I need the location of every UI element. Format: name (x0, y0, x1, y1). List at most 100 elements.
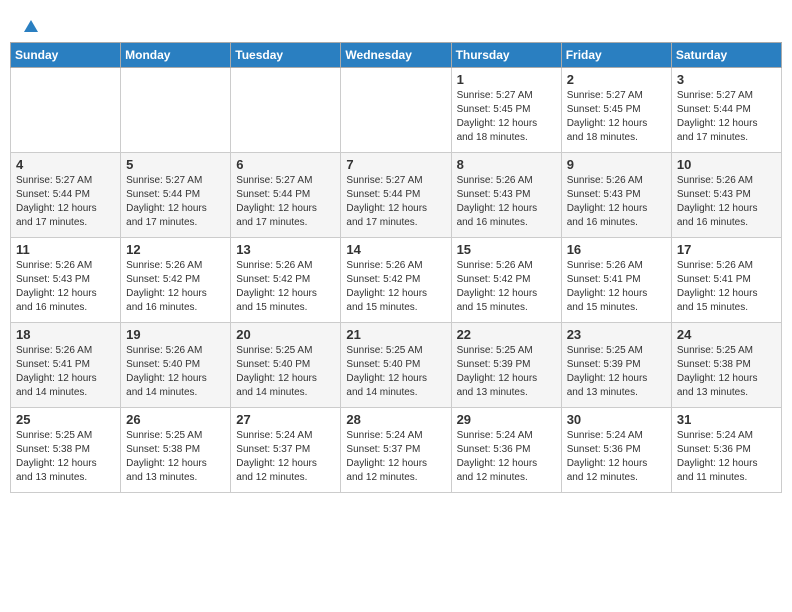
day-number: 13 (236, 242, 335, 257)
calendar-cell (121, 68, 231, 153)
day-number: 29 (457, 412, 556, 427)
day-info: Sunrise: 5:27 AM Sunset: 5:44 PM Dayligh… (16, 174, 115, 230)
page-header (10, 10, 782, 36)
day-number: 1 (457, 72, 556, 87)
calendar-week-row: 11 Sunrise: 5:26 AM Sunset: 5:43 PM Dayli… (11, 238, 782, 323)
calendar-cell: 1 Sunrise: 5:27 AM Sunset: 5:45 PM Daylig… (451, 68, 561, 153)
day-info: Sunrise: 5:25 AM Sunset: 5:40 PM Dayligh… (236, 344, 335, 400)
calendar-week-row: 25Sunrise: 5:25 AM Sunset: 5:38 PM Dayli… (11, 408, 782, 493)
day-info: Sunrise: 5:27 AM Sunset: 5:44 PM Dayligh… (126, 174, 225, 230)
day-number: 20 (236, 327, 335, 342)
day-number: 2 (567, 72, 666, 87)
day-info: Sunrise: 5:24 AM Sunset: 5:37 PM Dayligh… (236, 429, 335, 485)
column-header-thursday: Thursday (451, 43, 561, 68)
day-info: Sunrise: 5:26 AM Sunset: 5:43 PM Dayligh… (677, 174, 776, 230)
calendar-cell: 22Sunrise: 5:25 AM Sunset: 5:39 PM Dayli… (451, 323, 561, 408)
calendar-cell: 9Sunrise: 5:26 AM Sunset: 5:43 PM Daylig… (561, 153, 671, 238)
day-info: Sunrise: 5:25 AM Sunset: 5:38 PM Dayligh… (677, 344, 776, 400)
calendar-cell (11, 68, 121, 153)
day-info: Sunrise: 5:27 AM Sunset: 5:44 PM Dayligh… (346, 174, 445, 230)
calendar-cell: 19 Sunrise: 5:26 AM Sunset: 5:40 PM Dayli… (121, 323, 231, 408)
calendar-cell: 13 Sunrise: 5:26 AM Sunset: 5:42 PM Dayli… (231, 238, 341, 323)
day-info: Sunrise: 5:24 AM Sunset: 5:37 PM Dayligh… (346, 429, 445, 485)
calendar-cell: 16 Sunrise: 5:26 AM Sunset: 5:41 PM Dayli… (561, 238, 671, 323)
day-info: Sunrise: 5:27 AM Sunset: 5:45 PM Dayligh… (567, 89, 666, 145)
day-number: 7 (346, 157, 445, 172)
day-info: Sunrise: 5:25 AM Sunset: 5:38 PM Dayligh… (16, 429, 115, 485)
day-number: 21 (346, 327, 445, 342)
calendar-cell: 10 Sunrise: 5:26 AM Sunset: 5:43 PM Dayli… (671, 153, 781, 238)
day-info: Sunrise: 5:27 AM Sunset: 5:44 PM Dayligh… (677, 89, 776, 145)
day-info: Sunrise: 5:24 AM Sunset: 5:36 PM Dayligh… (567, 429, 666, 485)
calendar-header-row: SundayMondayTuesdayWednesdayThursdayFrid… (11, 43, 782, 68)
calendar-cell: 26 Sunrise: 5:25 AM Sunset: 5:38 PM Dayli… (121, 408, 231, 493)
column-header-sunday: Sunday (11, 43, 121, 68)
day-info: Sunrise: 5:26 AM Sunset: 5:42 PM Dayligh… (126, 259, 225, 315)
day-info: Sunrise: 5:26 AM Sunset: 5:40 PM Dayligh… (126, 344, 225, 400)
calendar-cell: 21 Sunrise: 5:25 AM Sunset: 5:40 PM Dayli… (341, 323, 451, 408)
day-number: 5 (126, 157, 225, 172)
calendar-cell: 5 Sunrise: 5:27 AM Sunset: 5:44 PM Daylig… (121, 153, 231, 238)
calendar-cell: 24 Sunrise: 5:25 AM Sunset: 5:38 PM Dayli… (671, 323, 781, 408)
column-header-tuesday: Tuesday (231, 43, 341, 68)
calendar-cell: 11 Sunrise: 5:26 AM Sunset: 5:43 PM Dayli… (11, 238, 121, 323)
day-number: 15 (457, 242, 556, 257)
calendar-cell: 2 Sunrise: 5:27 AM Sunset: 5:45 PM Daylig… (561, 68, 671, 153)
day-number: 9 (567, 157, 666, 172)
day-number: 17 (677, 242, 776, 257)
day-info: Sunrise: 5:25 AM Sunset: 5:38 PM Dayligh… (126, 429, 225, 485)
logo (20, 18, 42, 32)
day-number: 14 (346, 242, 445, 257)
calendar-cell (231, 68, 341, 153)
day-number: 19 (126, 327, 225, 342)
calendar-cell: 12 Sunrise: 5:26 AM Sunset: 5:42 PM Dayli… (121, 238, 231, 323)
day-number: 10 (677, 157, 776, 172)
calendar-cell: 29 Sunrise: 5:24 AM Sunset: 5:36 PM Dayli… (451, 408, 561, 493)
calendar-cell: 31 Sunrise: 5:24 AM Sunset: 5:36 PM Dayli… (671, 408, 781, 493)
day-info: Sunrise: 5:27 AM Sunset: 5:45 PM Dayligh… (457, 89, 556, 145)
calendar-cell: 18Sunrise: 5:26 AM Sunset: 5:41 PM Dayli… (11, 323, 121, 408)
day-info: Sunrise: 5:26 AM Sunset: 5:43 PM Dayligh… (457, 174, 556, 230)
day-number: 16 (567, 242, 666, 257)
logo-icon (22, 18, 40, 36)
calendar-cell: 3Sunrise: 5:27 AM Sunset: 5:44 PM Daylig… (671, 68, 781, 153)
day-number: 6 (236, 157, 335, 172)
day-info: Sunrise: 5:25 AM Sunset: 5:40 PM Dayligh… (346, 344, 445, 400)
day-info: Sunrise: 5:26 AM Sunset: 5:41 PM Dayligh… (677, 259, 776, 315)
calendar-cell: 30 Sunrise: 5:24 AM Sunset: 5:36 PM Dayli… (561, 408, 671, 493)
day-info: Sunrise: 5:26 AM Sunset: 5:42 PM Dayligh… (236, 259, 335, 315)
calendar-cell: 17 Sunrise: 5:26 AM Sunset: 5:41 PM Dayli… (671, 238, 781, 323)
day-info: Sunrise: 5:26 AM Sunset: 5:43 PM Dayligh… (16, 259, 115, 315)
day-number: 30 (567, 412, 666, 427)
calendar-week-row: 1 Sunrise: 5:27 AM Sunset: 5:45 PM Daylig… (11, 68, 782, 153)
day-info: Sunrise: 5:27 AM Sunset: 5:44 PM Dayligh… (236, 174, 335, 230)
day-number: 8 (457, 157, 556, 172)
calendar-cell: 28 Sunrise: 5:24 AM Sunset: 5:37 PM Dayli… (341, 408, 451, 493)
day-number: 4 (16, 157, 115, 172)
calendar-cell: 7 Sunrise: 5:27 AM Sunset: 5:44 PM Daylig… (341, 153, 451, 238)
column-header-saturday: Saturday (671, 43, 781, 68)
day-info: Sunrise: 5:26 AM Sunset: 5:41 PM Dayligh… (567, 259, 666, 315)
day-info: Sunrise: 5:26 AM Sunset: 5:42 PM Dayligh… (457, 259, 556, 315)
day-number: 27 (236, 412, 335, 427)
day-number: 31 (677, 412, 776, 427)
day-number: 11 (16, 242, 115, 257)
day-number: 12 (126, 242, 225, 257)
column-header-monday: Monday (121, 43, 231, 68)
calendar-cell: 15 Sunrise: 5:26 AM Sunset: 5:42 PM Dayli… (451, 238, 561, 323)
day-info: Sunrise: 5:24 AM Sunset: 5:36 PM Dayligh… (677, 429, 776, 485)
day-info: Sunrise: 5:25 AM Sunset: 5:39 PM Dayligh… (457, 344, 556, 400)
day-number: 24 (677, 327, 776, 342)
day-info: Sunrise: 5:26 AM Sunset: 5:42 PM Dayligh… (346, 259, 445, 315)
calendar-cell: 27 Sunrise: 5:24 AM Sunset: 5:37 PM Dayli… (231, 408, 341, 493)
day-info: Sunrise: 5:24 AM Sunset: 5:36 PM Dayligh… (457, 429, 556, 485)
day-number: 28 (346, 412, 445, 427)
calendar-cell (341, 68, 451, 153)
calendar-table: SundayMondayTuesdayWednesdayThursdayFrid… (10, 42, 782, 493)
day-info: Sunrise: 5:26 AM Sunset: 5:41 PM Dayligh… (16, 344, 115, 400)
day-number: 26 (126, 412, 225, 427)
column-header-wednesday: Wednesday (341, 43, 451, 68)
column-header-friday: Friday (561, 43, 671, 68)
calendar-cell: 14 Sunrise: 5:26 AM Sunset: 5:42 PM Dayli… (341, 238, 451, 323)
day-number: 23 (567, 327, 666, 342)
